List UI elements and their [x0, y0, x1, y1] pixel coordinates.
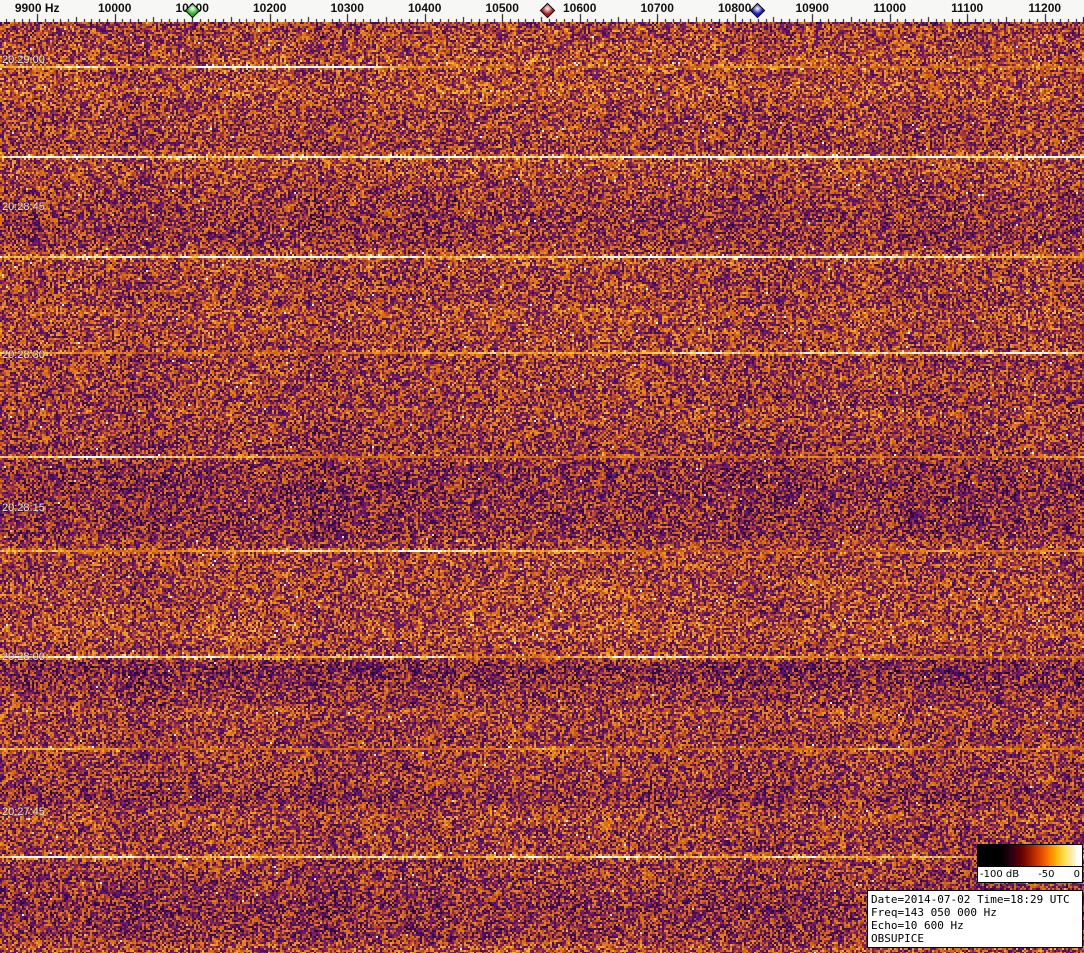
- legend-labels: -100 dB -50 0: [978, 867, 1082, 881]
- freq-tick-label: 11000: [873, 1, 907, 15]
- status-info-box: Date=2014-07-02 Time=18:29 UTC Freq=143 …: [867, 890, 1083, 948]
- frequency-line: Freq=143 050 000 Hz: [871, 906, 997, 919]
- time-tick-label: 20:28:00: [2, 651, 45, 663]
- echo-line: Echo=10 600 Hz: [871, 919, 964, 932]
- intensity-gradient: [978, 845, 1082, 867]
- time-tick-label: 20:29:00: [2, 54, 45, 66]
- time-tick-label: 20:28:15: [2, 502, 45, 514]
- spectrogram-waterfall: [0, 22, 1084, 953]
- freq-tick-label: 10600: [563, 1, 597, 15]
- freq-tick-label: 10400: [408, 1, 442, 15]
- freq-tick-label: 10000: [98, 1, 132, 15]
- freq-tick-label: 10800: [718, 1, 752, 15]
- freq-tick-label: 10900: [795, 1, 829, 15]
- freq-tick-label: 10200: [253, 1, 287, 15]
- freq-tick-label: 11200: [1028, 1, 1062, 15]
- time-tick-label: 20:27:45: [2, 806, 45, 818]
- spectrogram-app: 9900 Hz100001010010200103001040010500106…: [0, 0, 1084, 953]
- legend-min-label: -100 dB: [980, 868, 1020, 880]
- legend-max-label: 0: [1073, 868, 1080, 880]
- intensity-legend: -100 dB -50 0: [977, 844, 1083, 883]
- time-tick-label: 20:28:30: [2, 349, 45, 361]
- time-tick-label: 20:28:45: [2, 201, 45, 213]
- freq-tick-label: 9900 Hz: [14, 1, 60, 15]
- freq-tick-label: 10300: [330, 1, 364, 15]
- freq-tick-label: 10700: [640, 1, 674, 15]
- date-time-line: Date=2014-07-02 Time=18:29 UTC: [871, 893, 1070, 906]
- frequency-ruler: 9900 Hz100001010010200103001040010500106…: [0, 0, 1084, 22]
- station-line: OBSUPICE: [871, 932, 924, 945]
- legend-mid-label: -50: [1038, 868, 1055, 880]
- freq-tick-label: 11100: [951, 1, 984, 15]
- freq-tick-label: 10500: [485, 1, 519, 15]
